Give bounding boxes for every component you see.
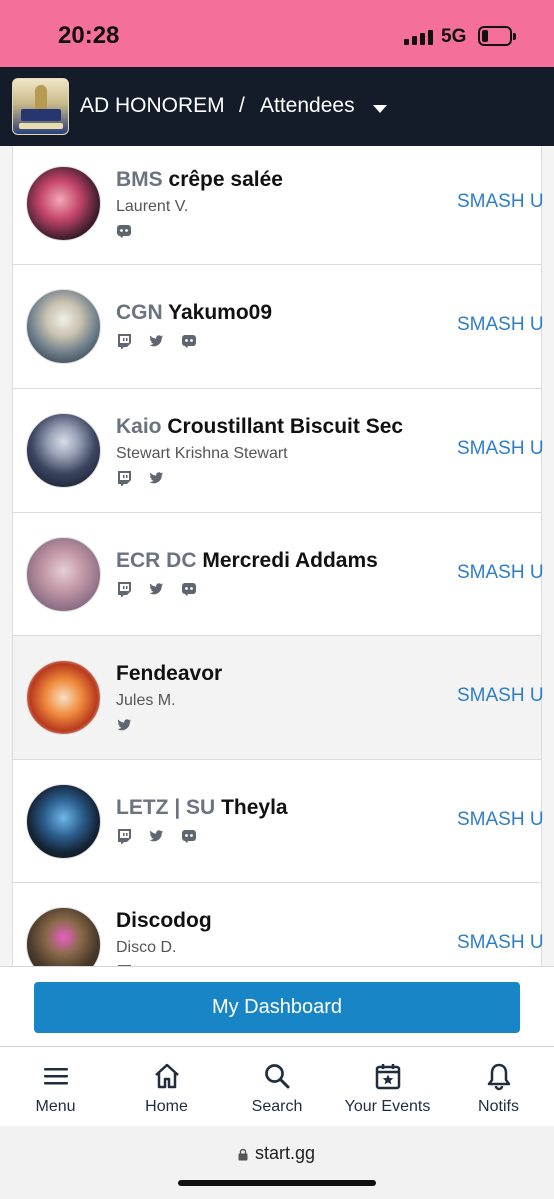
my-dashboard-button[interactable]: My Dashboard: [34, 982, 520, 1033]
avatar[interactable]: [26, 289, 101, 364]
discord-icon[interactable]: [116, 223, 132, 239]
twitter-icon[interactable]: [148, 333, 164, 349]
smash-u-link[interactable]: SMASH U: [457, 809, 544, 831]
player-tag[interactable]: Mercredi Addams: [202, 549, 377, 572]
calendar-icon: [375, 1064, 400, 1090]
avatar[interactable]: [26, 166, 101, 241]
nav-notifs[interactable]: Notifs: [443, 1047, 554, 1127]
discord-icon[interactable]: [181, 581, 197, 597]
bell-icon: [487, 1063, 510, 1091]
team-prefix: BMS: [116, 168, 163, 191]
nav-menu[interactable]: Menu: [0, 1047, 111, 1127]
attendee-row[interactable]: BMS crêpe salée Laurent V. SMASH U: [12, 146, 544, 265]
discord-icon[interactable]: [181, 828, 197, 844]
player-tag[interactable]: Theyla: [221, 796, 288, 819]
bottom-nav: Menu Home Search Your Events Notifs: [0, 1046, 554, 1126]
event-title[interactable]: AD HONOREM: [80, 94, 225, 118]
event-logo[interactable]: [12, 78, 69, 135]
player-tag[interactable]: Discodog: [116, 909, 212, 932]
real-name: Laurent V.: [116, 198, 189, 215]
attendee-row[interactable]: Kaio Croustillant Biscuit Sec Stewart Kr…: [12, 389, 544, 513]
twitch-icon[interactable]: [116, 828, 132, 844]
avatar[interactable]: [26, 660, 101, 735]
avatar[interactable]: [26, 537, 101, 612]
smash-u-link[interactable]: SMASH U: [457, 562, 544, 584]
signal-icon: [404, 29, 434, 45]
nav-label: Menu: [35, 1098, 76, 1115]
event-header: AD HONOREM / Attendees: [0, 67, 554, 146]
home-indicator[interactable]: [178, 1180, 376, 1186]
nav-search[interactable]: Search: [222, 1047, 332, 1127]
twitter-icon[interactable]: [148, 828, 164, 844]
twitter-icon[interactable]: [148, 470, 164, 486]
nav-label: Search: [251, 1098, 303, 1115]
twitch-icon[interactable]: [116, 470, 132, 486]
player-tag[interactable]: Yakumo09: [168, 301, 272, 324]
real-name: Disco D.: [116, 939, 177, 956]
team-prefix: CGN: [116, 301, 163, 324]
home-icon: [154, 1063, 179, 1089]
twitter-icon[interactable]: [116, 717, 132, 733]
breadcrumb-separator: /: [239, 94, 245, 117]
search-icon: [265, 1064, 290, 1089]
attendee-row[interactable]: ECR DC Mercredi Addams SMASH U: [12, 513, 544, 636]
smash-u-link[interactable]: SMASH U: [457, 314, 544, 336]
player-tag[interactable]: Fendeavor: [116, 662, 222, 685]
page-title[interactable]: Attendees: [260, 94, 355, 118]
status-time: 20:28: [58, 22, 120, 49]
browser-url-bar[interactable]: start.gg: [0, 1126, 554, 1199]
attendee-row[interactable]: CGN Yakumo09 SMASH U: [12, 265, 544, 389]
attendee-row[interactable]: Fendeavor Jules M. SMASH U: [12, 636, 544, 760]
player-tag[interactable]: Croustillant Biscuit Sec: [167, 415, 403, 438]
dashboard-bar: My Dashboard: [0, 966, 554, 1046]
avatar[interactable]: [26, 907, 101, 966]
avatar[interactable]: [26, 413, 101, 488]
real-name: Jules M.: [116, 692, 176, 709]
twitch-icon[interactable]: [116, 581, 132, 597]
avatar[interactable]: [26, 784, 101, 859]
smash-u-link[interactable]: SMASH U: [457, 438, 544, 460]
team-prefix: LETZ | SU: [116, 796, 216, 819]
chevron-down-icon[interactable]: [373, 105, 387, 113]
network-type: 5G: [441, 26, 467, 47]
nav-label: Home: [145, 1098, 188, 1115]
player-tag[interactable]: crêpe salée: [169, 168, 283, 191]
twitch-icon[interactable]: [116, 333, 132, 349]
real-name: Stewart Krishna Stewart: [116, 445, 288, 462]
nav-home[interactable]: Home: [111, 1047, 222, 1127]
attendee-row[interactable]: Discodog Disco D. SMASH U: [12, 883, 544, 966]
nav-label: Your Events: [344, 1098, 431, 1115]
team-prefix: ECR DC: [116, 549, 197, 572]
attendee-row[interactable]: LETZ | SU Theyla SMASH U: [12, 760, 544, 883]
team-prefix: Kaio: [116, 415, 162, 438]
smash-u-link[interactable]: SMASH U: [457, 191, 544, 213]
discord-icon[interactable]: [181, 333, 197, 349]
nav-label: Notifs: [478, 1098, 519, 1115]
smash-u-link[interactable]: SMASH U: [457, 932, 544, 954]
smash-u-link[interactable]: SMASH U: [457, 685, 544, 707]
battery-icon: [478, 26, 516, 46]
menu-icon: [43, 1068, 68, 1085]
status-bar: 20:28 5G: [0, 0, 554, 67]
twitter-icon[interactable]: [148, 581, 164, 597]
nav-your-events[interactable]: Your Events: [332, 1047, 443, 1127]
attendee-list[interactable]: BMS crêpe salée Laurent V. SMASH U CGN Y…: [0, 146, 554, 966]
lock-icon: [238, 1148, 248, 1161]
url-text[interactable]: start.gg: [255, 1143, 315, 1164]
